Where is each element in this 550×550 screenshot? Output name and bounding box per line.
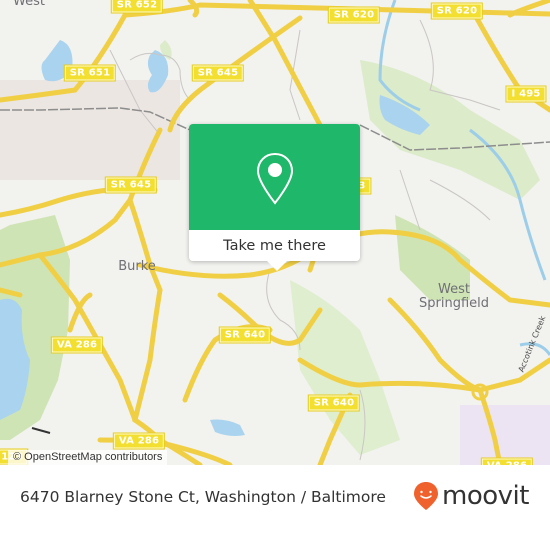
park-area [290,280,400,455]
place-label: West Springfield [418,282,490,311]
take-me-there-button[interactable]: Take me there [189,230,360,261]
route-shield: SR 652 [110,0,164,14]
route-shield: SR 651 [63,64,117,82]
brand-name: moovit [442,481,529,511]
route-shield: SR 620 [327,6,381,24]
address-text: 6470 Blarney Stone Ct, Washington / Balt… [20,488,386,506]
route-shield: SR 640 [307,394,361,412]
commercial-area [460,405,550,465]
map-view[interactable]: SR 652 SR 620 SR 620 SR 651 SR 645 I 495… [0,0,550,465]
location-popup: Take me there [189,124,360,271]
footer: 6470 Blarney Stone Ct, Washington / Balt… [0,465,550,550]
route-shield: VA 286 [50,336,104,354]
route-shield: SR 645 [191,64,245,82]
place-label: Burke [118,259,156,274]
moovit-pin-icon [414,482,438,510]
lake [210,419,245,436]
place-label: West [13,0,45,9]
popup-pointer [267,261,287,271]
moovit-logo[interactable]: moovit [413,481,529,511]
take-me-there-label: Take me there [223,237,326,254]
map-attribution[interactable]: © OpenStreetMap contributors [8,450,168,465]
route-shield: SR 640 [218,326,272,344]
route-shield: VA 286 [112,432,166,450]
popup-header [189,124,360,230]
dam [31,427,51,434]
route-shield: I 495 [505,85,547,103]
route-shield: SR 645 [104,176,158,194]
route-shield: SR 620 [430,2,484,20]
location-pin-icon [256,152,294,205]
